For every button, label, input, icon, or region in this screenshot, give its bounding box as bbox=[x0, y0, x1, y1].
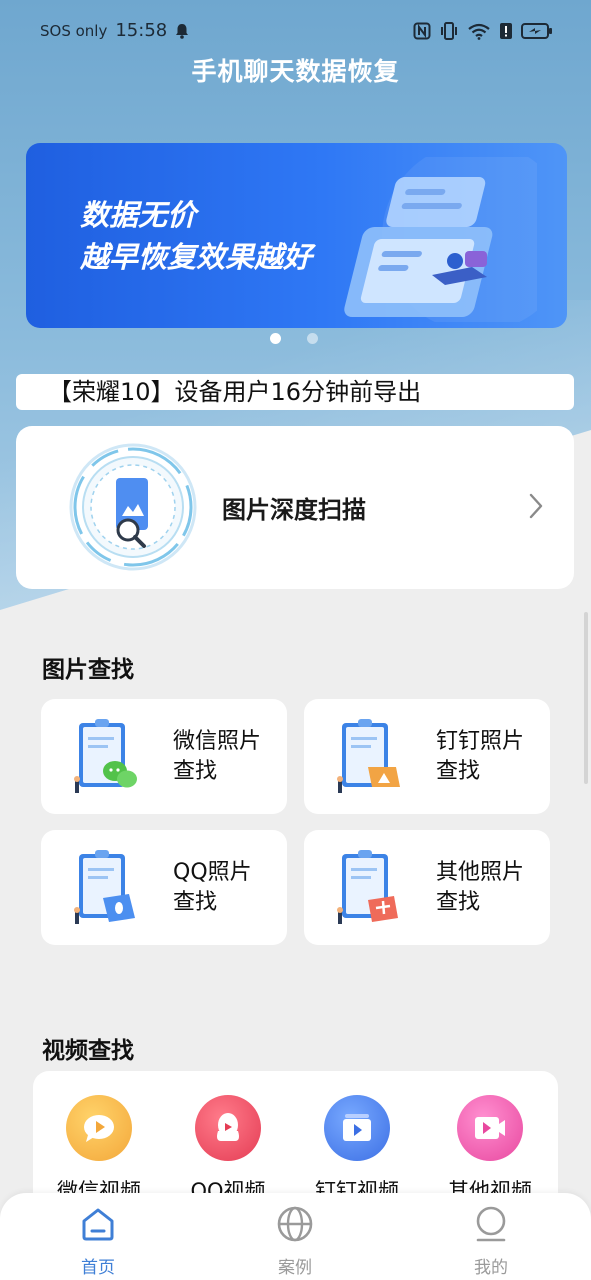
photo-section-title: 图片查找 bbox=[42, 657, 134, 683]
photo-card-label: QQ照片 查找 bbox=[173, 860, 252, 915]
banner-headline: 数据无价 bbox=[80, 198, 197, 232]
pager-dot-active[interactable] bbox=[270, 333, 281, 344]
export-ticker: 【荣耀10】设备用户16分钟前导出 bbox=[16, 374, 574, 410]
nav-label: 案例 bbox=[278, 1258, 312, 1278]
wifi-icon bbox=[468, 23, 490, 40]
other-video-icon bbox=[457, 1095, 523, 1161]
alert-icon bbox=[500, 23, 512, 39]
status-left: SOS only 15:58 bbox=[40, 20, 189, 41]
wechat-video-icon bbox=[66, 1095, 132, 1161]
wechat-photo-icon bbox=[74, 719, 137, 793]
qq-photo-card[interactable]: QQ照片 查找 bbox=[41, 830, 287, 945]
video-section-title: 视频查找 bbox=[42, 1038, 134, 1064]
banner-text: 数据无价 越早恢复效果越好 bbox=[80, 195, 312, 279]
deep-scan-card[interactable]: 图片深度扫描 bbox=[16, 426, 574, 589]
dingtalk-photo-icon bbox=[337, 719, 400, 793]
bottom-nav: 首页 案例 我的 bbox=[0, 1193, 591, 1280]
status-bar: SOS only 15:58 bbox=[0, 18, 591, 48]
clock-text: 15:58 bbox=[115, 20, 168, 41]
bell-icon bbox=[176, 23, 189, 39]
qq-video-icon bbox=[195, 1095, 261, 1161]
scan-radar-icon bbox=[69, 443, 197, 571]
photo-card-label: 钉钉照片 查找 bbox=[436, 729, 525, 784]
nav-cases[interactable]: 案例 bbox=[245, 1205, 345, 1278]
dingtalk-video-icon bbox=[324, 1095, 390, 1161]
nav-home[interactable]: 首页 bbox=[48, 1205, 148, 1278]
other-photo-icon bbox=[337, 850, 398, 924]
battery-icon bbox=[521, 23, 552, 39]
nav-label: 首页 bbox=[81, 1258, 115, 1278]
banner-subline: 越早恢复效果越好 bbox=[80, 240, 313, 274]
chevron-right-icon bbox=[529, 493, 543, 519]
nav-label: 我的 bbox=[474, 1258, 508, 1278]
other-photo-card[interactable]: 其他照片 查找 bbox=[304, 830, 550, 945]
dingtalk-video-item[interactable]: 钉钉视频 bbox=[302, 1095, 412, 1205]
qq-photo-icon bbox=[74, 850, 135, 924]
status-right bbox=[413, 22, 553, 40]
photo-card-label: 微信照片 查找 bbox=[173, 729, 262, 784]
other-video-item[interactable]: 其他视频 bbox=[435, 1095, 545, 1205]
home-icon bbox=[82, 1208, 114, 1241]
scrollbar[interactable] bbox=[584, 612, 588, 784]
promo-banner[interactable]: 数据无价 越早恢复效果越好 bbox=[26, 143, 567, 328]
photo-card-label: 其他照片 查找 bbox=[436, 860, 525, 915]
app-title: 手机聊天数据恢复 bbox=[191, 57, 400, 86]
carrier-text: SOS only bbox=[40, 21, 108, 40]
nfc-icon bbox=[413, 22, 431, 40]
globe-icon bbox=[277, 1206, 313, 1242]
wechat-photo-card[interactable]: 微信照片 查找 bbox=[41, 699, 287, 814]
profile-icon bbox=[476, 1206, 506, 1242]
dingtalk-photo-card[interactable]: 钉钉照片 查找 bbox=[304, 699, 550, 814]
banner-illustration bbox=[344, 157, 537, 322]
nav-profile[interactable]: 我的 bbox=[441, 1205, 541, 1278]
wechat-video-item[interactable]: 微信视频 bbox=[44, 1095, 154, 1205]
deep-scan-label: 图片深度扫描 bbox=[222, 496, 366, 524]
vibrate-icon bbox=[441, 22, 457, 40]
qq-video-item[interactable]: QQ视频 bbox=[173, 1095, 283, 1205]
pager-dot[interactable] bbox=[307, 333, 318, 344]
banner-pager bbox=[270, 333, 318, 344]
